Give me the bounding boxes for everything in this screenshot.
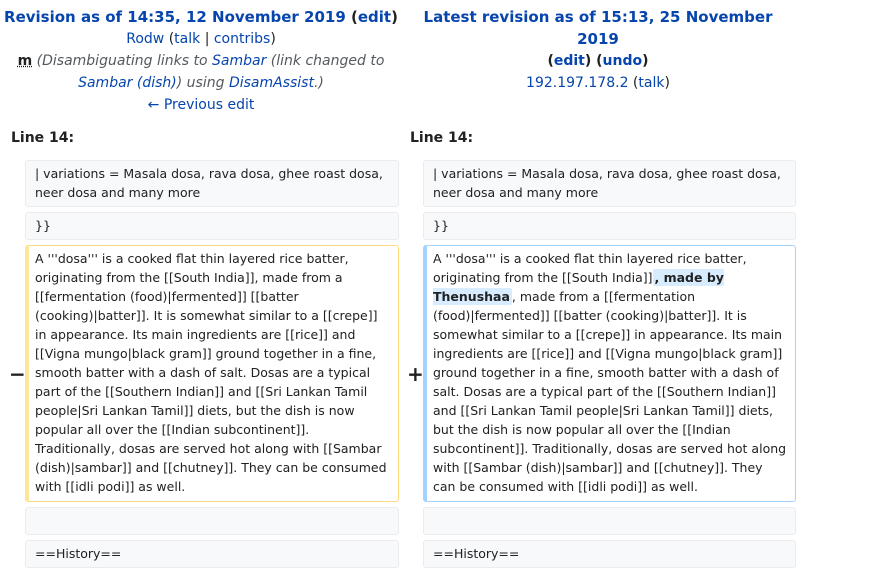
new-revision-user: 192.197.178.2 (talk) [526, 75, 670, 91]
user-link[interactable]: Rodw [126, 31, 164, 47]
old-revision-header: Revision as of 14:35, 12 November 2019 (… [4, 6, 398, 116]
new-revision-header: Latest revision as of 15:13, 25 November… [402, 6, 794, 94]
latest-revision-link[interactable]: Latest revision as of 15:13, 25 November… [424, 8, 773, 48]
added-text: , made from a [[fermentation (food)|ferm… [433, 289, 787, 494]
old-revision-link[interactable]: Revision as of 14:35, 12 November 2019 [4, 8, 346, 26]
new-revision-actions: (edit) (undo) [547, 53, 649, 69]
left-line-number: Line 14: [11, 130, 75, 146]
context-line-left [25, 507, 399, 535]
context-line-right [423, 507, 796, 535]
minor-edit-flag: m [17, 53, 33, 69]
deleted-line: A '''dosa''' is a cooked flat thin layer… [25, 245, 399, 502]
user-talk-link[interactable]: talk [174, 31, 200, 47]
old-revision-title: Revision as of 14:35, 12 November 2019 (… [4, 8, 398, 26]
context-line-left: ==History== [25, 540, 399, 568]
context-line-right: }} [423, 212, 796, 240]
context-line-left: }} [25, 212, 399, 240]
old-edit-link[interactable]: edit [358, 8, 391, 26]
new-edit-link[interactable]: edit [554, 53, 585, 69]
right-line-number: Line 14: [410, 130, 474, 146]
summary-link-sambar-dish[interactable]: Sambar (dish) [78, 75, 177, 91]
edit-summary: m (Disambiguating links to Sambar (link … [4, 50, 398, 94]
summary-link-sambar[interactable]: Sambar [212, 53, 266, 69]
new-revision-title: Latest revision as of 15:13, 25 November… [402, 6, 794, 50]
previous-edit-link[interactable]: ← Previous edit [148, 97, 255, 113]
summary-text: .) [313, 75, 324, 91]
summary-text: (link changed to [266, 53, 385, 69]
ip-talk-link[interactable]: talk [638, 75, 664, 91]
summary-text: ) using [176, 75, 229, 91]
context-line-right: ==History== [423, 540, 796, 568]
added-line: A '''dosa''' is a cooked flat thin layer… [423, 245, 796, 502]
addition-marker: + [407, 362, 424, 386]
summary-link-disamassist[interactable]: DisamAssist [229, 75, 314, 91]
old-revision-user: Rodw (talk | contribs) [126, 31, 276, 47]
deletion-marker: − [9, 362, 26, 386]
context-line-right: | variations = Masala dosa, rava dosa, g… [423, 160, 796, 207]
summary-text: (Disambiguating links to [36, 53, 213, 69]
ip-user-link[interactable]: 192.197.178.2 [526, 75, 628, 91]
context-line-left: | variations = Masala dosa, rava dosa, g… [25, 160, 399, 207]
user-contribs-link[interactable]: contribs [214, 31, 270, 47]
undo-link[interactable]: undo [603, 53, 643, 69]
